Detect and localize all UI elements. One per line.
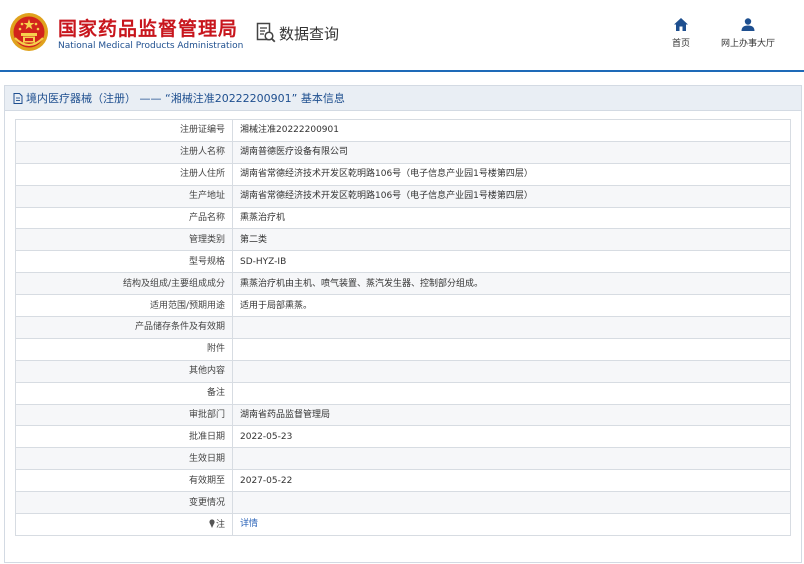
nav-home[interactable]: 首页: [666, 18, 696, 49]
data-query-link[interactable]: 数据查询: [256, 22, 339, 44]
header-divider: [0, 70, 804, 72]
table-row: 注册人住所 湖南省常德经济技术开发区乾明路106号（电子信息产业园1号楼第四层）: [15, 162, 791, 186]
table-row: 型号规格 SD-HYZ-IB: [15, 250, 791, 274]
field-label: 生效日期: [15, 447, 233, 471]
org-name-en: National Medical Products Administration: [58, 41, 244, 51]
field-value: 适用于局部熏蒸。: [232, 294, 791, 318]
table-row: 注册证编号 湘械注准20222200901: [15, 119, 791, 142]
table-row: 备注: [15, 381, 791, 405]
field-label: 型号规格: [15, 250, 233, 274]
data-query-label: 数据查询: [279, 24, 340, 43]
org-name-cn: 国家药品监督管理局: [58, 18, 239, 40]
field-value: [232, 381, 791, 405]
national-emblem-icon: [10, 13, 48, 51]
field-value: 湘械注准20222200901: [232, 119, 791, 142]
nav-online-service-hall-label: 网上办事大厅: [720, 39, 775, 49]
field-label: 产品名称: [15, 206, 233, 230]
basic-info-panel: 境内医疗器械（注册） —— “湘械注准20222200901” 基本信息 注册证…: [4, 85, 802, 563]
table-row: 生效日期: [15, 447, 791, 471]
field-label: 有效期至: [15, 469, 233, 493]
field-value: 第二类: [232, 228, 791, 252]
pin-icon: [209, 519, 216, 530]
field-label: 注册人名称: [15, 140, 233, 164]
info-table: 注册证编号 湘械注准20222200901 注册人名称 湖南普德医疗设备有限公司 注册人…: [15, 119, 791, 536]
document-search-icon: [256, 22, 276, 43]
note-value-cell: 详情: [232, 513, 791, 536]
field-value: [232, 337, 791, 361]
field-label: 产品储存条件及有效期: [15, 316, 233, 339]
field-label: 注册人住所: [15, 162, 233, 186]
field-label: 生产地址: [15, 184, 233, 208]
panel-title: 境内医疗器械（注册） —— “湘械注准20222200901” 基本信息: [26, 92, 345, 105]
field-value: 熏蒸治疗机由主机、喷气装置、蒸汽发生器、控制部分组成。: [232, 272, 791, 296]
field-label: 适用范围/预期用途: [15, 294, 233, 318]
field-label: 批准日期: [15, 425, 233, 449]
field-value: [232, 491, 791, 515]
table-row: 变更情况: [15, 491, 791, 515]
field-value: 湖南省常德经济技术开发区乾明路106号（电子信息产业园1号楼第四层）: [232, 184, 791, 208]
site-header: 国家药品监督管理局 National Medical Products Admi…: [0, 0, 804, 70]
table-row: 审批部门 湖南省药品监督管理局: [15, 403, 791, 427]
field-label: 变更情况: [15, 491, 233, 515]
table-row: 注册人名称 湖南普德医疗设备有限公司: [15, 140, 791, 164]
field-label: 结构及组成/主要组成成分: [15, 272, 233, 296]
table-row: 生产地址 湖南省常德经济技术开发区乾明路106号（电子信息产业园1号楼第四层）: [15, 184, 791, 208]
table-row: 结构及组成/主要组成成分 熏蒸治疗机由主机、喷气装置、蒸汽发生器、控制部分组成。: [15, 272, 791, 296]
table-row: 适用范围/预期用途 适用于局部熏蒸。: [15, 294, 791, 318]
home-icon: [674, 18, 688, 31]
field-value: 2022-05-23: [232, 425, 791, 449]
table-row: 有效期至 2027-05-22: [15, 469, 791, 493]
field-value: [232, 316, 791, 339]
nav-online-service-hall[interactable]: 网上办事大厅: [716, 18, 780, 49]
field-value: 2027-05-22: [232, 469, 791, 493]
table-row: 批准日期 2022-05-23: [15, 425, 791, 449]
details-link[interactable]: 详情: [240, 519, 258, 529]
table-row: 产品储存条件及有效期: [15, 316, 791, 339]
field-label: 审批部门: [15, 403, 233, 427]
field-label: 注册证编号: [15, 119, 233, 142]
field-label: 管理类别: [15, 228, 233, 252]
field-label: 其他内容: [15, 359, 233, 383]
note-label-cell: 注: [15, 513, 233, 536]
field-label: 备注: [15, 381, 233, 405]
field-value: [232, 359, 791, 383]
field-value: SD-HYZ-IB: [232, 250, 791, 274]
table-row: 其他内容: [15, 359, 791, 383]
table-row-note: 注 详情: [15, 513, 791, 536]
field-value: 熏蒸治疗机: [232, 206, 791, 230]
note-label: 注: [215, 519, 225, 530]
panel-header: 境内医疗器械（注册） —— “湘械注准20222200901” 基本信息: [5, 86, 801, 111]
table-row: 管理类别 第二类: [15, 228, 791, 252]
field-label: 附件: [15, 337, 233, 361]
field-value: 湖南省常德经济技术开发区乾明路106号（电子信息产业园1号楼第四层）: [232, 162, 791, 186]
nav-home-label: 首页: [671, 39, 690, 49]
table-row: 产品名称 熏蒸治疗机: [15, 206, 791, 230]
document-icon: [13, 92, 23, 104]
field-value: 湖南省药品监督管理局: [232, 403, 791, 427]
user-icon: [741, 18, 755, 31]
table-row: 附件: [15, 337, 791, 361]
field-value: [232, 447, 791, 471]
field-value: 湖南普德医疗设备有限公司: [232, 140, 791, 164]
